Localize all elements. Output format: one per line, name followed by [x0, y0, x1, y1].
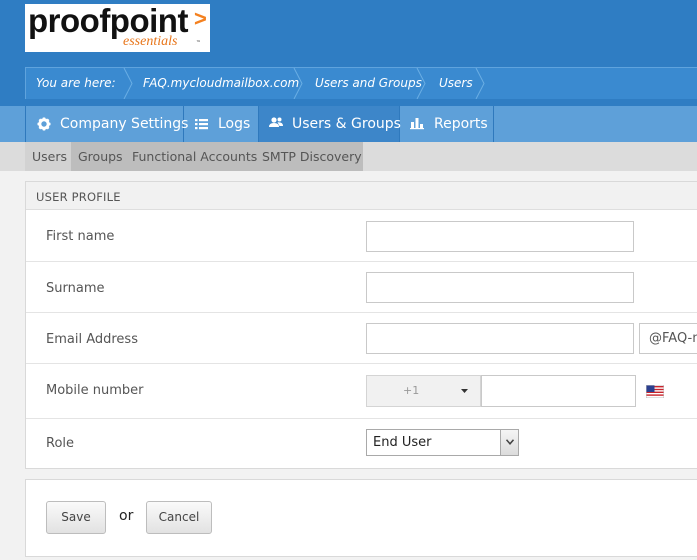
subtab-groups[interactable]: Groups [78, 142, 123, 171]
form-row-role: Role End User [26, 419, 697, 470]
tab-logs[interactable]: Logs [184, 106, 259, 142]
tab-label: Users & Groups [292, 116, 401, 132]
user-profile-panel: USER PROFILE First name Surname Email Ad… [25, 181, 697, 469]
gear-icon [37, 117, 51, 131]
country-code-value: +1 [403, 384, 420, 397]
form-row-surname: Surname [26, 262, 697, 313]
first-name-label: First name [46, 229, 115, 244]
tab-label: Logs [218, 116, 251, 132]
caret-down-icon [461, 389, 468, 393]
cancel-button[interactable]: Cancel [146, 501, 212, 534]
breadcrumb-item-users-groups[interactable]: Users and Groups [315, 68, 422, 99]
breadcrumb-item-domain[interactable]: FAQ.mycloudmailbox.com [143, 68, 299, 99]
role-select-button[interactable] [500, 430, 518, 455]
breadcrumb: You are here: FAQ.mycloudmailbox.com Use… [25, 67, 697, 99]
us-flag-icon [646, 385, 664, 398]
chevron-down-icon [506, 439, 514, 445]
role-select-value: End User [373, 435, 432, 450]
form-row-mobile: Mobile number +1 [26, 364, 697, 419]
email-label: Email Address [46, 332, 138, 347]
proofpoint-logo[interactable]: proofpoint > essentials ™ [25, 2, 210, 52]
users-icon [269, 117, 283, 127]
tab-users-groups[interactable]: Users & Groups [259, 106, 401, 142]
breadcrumb-separator [416, 68, 426, 99]
first-name-input[interactable] [366, 221, 634, 252]
breadcrumb-separator [123, 68, 133, 99]
form-row-first-name: First name [26, 210, 697, 262]
surname-label: Surname [46, 281, 105, 296]
or-text: or [119, 508, 134, 524]
email-input[interactable] [366, 323, 634, 354]
tab-company-settings[interactable]: Company Settings [25, 106, 188, 142]
sub-nav: Users Groups Functional Accounts SMTP Di… [0, 142, 697, 171]
sub-nav-bar: Users Groups Functional Accounts SMTP Di… [25, 142, 363, 171]
role-label: Role [46, 436, 75, 451]
breadcrumb-separator [293, 68, 303, 99]
breadcrumb-prefix: You are here: [36, 76, 116, 90]
email-domain-select[interactable]: @FAQ-m [639, 323, 697, 354]
mobile-number-input[interactable] [481, 375, 636, 407]
country-code-select[interactable]: +1 [366, 375, 481, 407]
subtab-smtp-discovery[interactable]: SMTP Discovery [262, 142, 362, 171]
panel-title: USER PROFILE [36, 190, 121, 204]
mobile-label: Mobile number [46, 383, 144, 398]
form-row-email: Email Address @FAQ-m [26, 313, 697, 364]
logo-subtitle: essentials [123, 34, 178, 49]
panel-header: USER PROFILE [26, 182, 697, 210]
breadcrumb-separator [475, 68, 485, 99]
bar-chart-icon [410, 118, 424, 130]
logo-chevron: > [194, 6, 207, 31]
save-button[interactable]: Save [46, 501, 106, 534]
tab-reports[interactable]: Reports [400, 106, 494, 142]
breadcrumb-item-users[interactable]: Users [439, 68, 473, 99]
surname-input[interactable] [366, 272, 634, 303]
tab-label: Reports [434, 116, 488, 132]
header: proofpoint > essentials ™ You are here: … [0, 0, 697, 106]
tab-label: Company Settings [60, 116, 189, 132]
role-select[interactable]: End User [366, 429, 519, 456]
subtab-functional-accounts[interactable]: Functional Accounts [132, 142, 257, 171]
form-actions: Save or Cancel [25, 479, 697, 557]
main-nav: Company Settings Logs Users & Groups Rep… [0, 106, 697, 142]
subtab-users[interactable]: Users [25, 142, 71, 171]
list-icon [195, 119, 208, 130]
logo-trademark: ™ [196, 40, 201, 46]
